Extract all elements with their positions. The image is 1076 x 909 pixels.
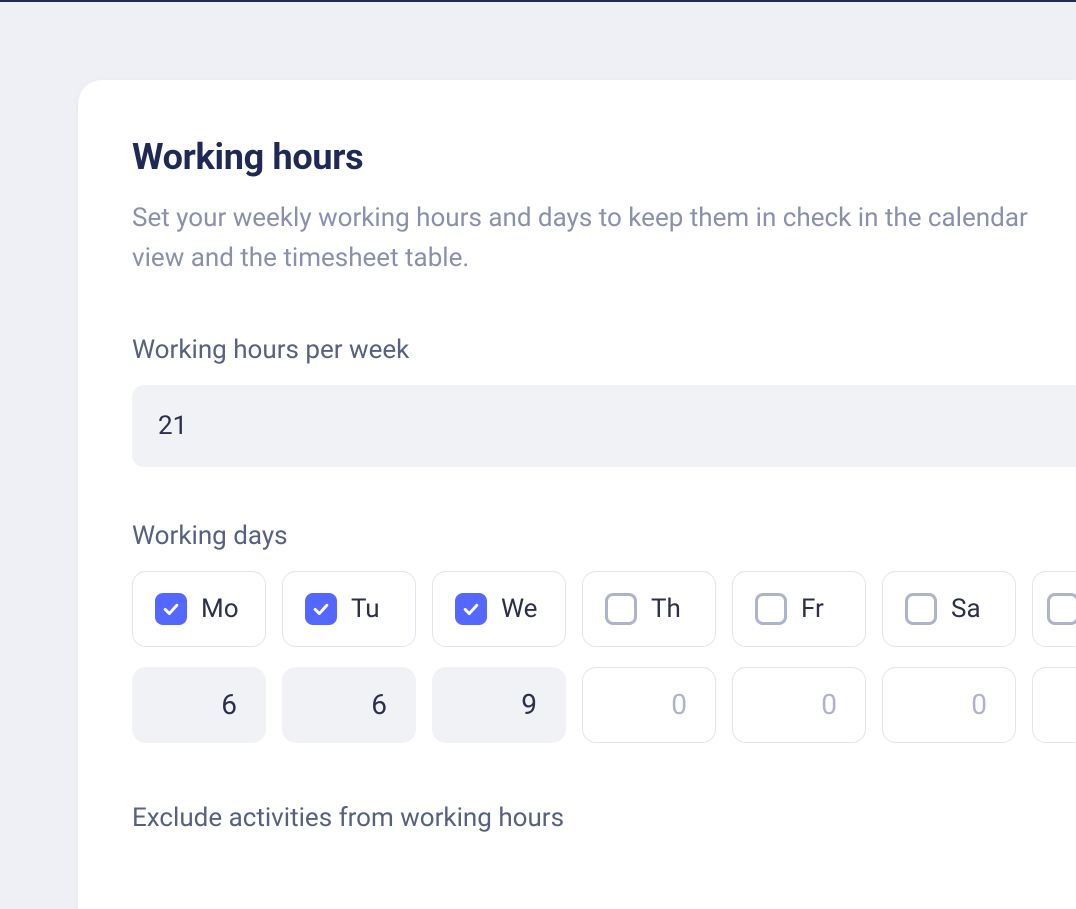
day-chip-th[interactable]: Th [582,571,716,647]
working-day-hours-row: 6 6 9 0 0 0 [132,667,1076,743]
checkbox-unchecked-icon [605,593,637,625]
day-hours-input-sa[interactable]: 0 [882,667,1016,743]
day-hours-input-th[interactable]: 0 [582,667,716,743]
day-chip-partial[interactable] [1032,571,1076,647]
day-hours-input-mo[interactable]: 6 [132,667,266,743]
checkbox-checked-icon [305,593,337,625]
day-chip-mo[interactable]: Mo [132,571,266,647]
day-label: Tu [351,594,380,624]
section-description: Set your weekly working hours and days t… [132,198,1062,279]
day-label: Sa [951,594,981,624]
exclude-activities-label: Exclude activities from working hours [132,803,1076,833]
checkbox-checked-icon [155,593,187,625]
working-days-label: Working days [132,521,1076,551]
checkbox-checked-icon [455,593,487,625]
day-hours-input-partial[interactable] [1032,667,1076,743]
day-hours-input-we[interactable]: 9 [432,667,566,743]
checkbox-unchecked-icon [755,593,787,625]
checkbox-unchecked-icon [905,593,937,625]
day-label: We [501,594,537,624]
day-label: Fr [801,594,824,624]
day-hours-input-fr[interactable]: 0 [732,667,866,743]
hours-per-week-label: Working hours per week [132,335,1076,365]
day-label: Th [651,594,681,624]
checkbox-unchecked-icon [1047,593,1076,625]
hours-per-week-input[interactable] [132,385,1076,467]
day-chip-we[interactable]: We [432,571,566,647]
working-days-row: Mo Tu We Th Fr Sa [132,571,1076,647]
top-accent-border [0,0,1076,2]
working-hours-card: Working hours Set your weekly working ho… [78,80,1076,909]
day-chip-fr[interactable]: Fr [732,571,866,647]
day-chip-tu[interactable]: Tu [282,571,416,647]
day-chip-sa[interactable]: Sa [882,571,1016,647]
day-hours-input-tu[interactable]: 6 [282,667,416,743]
section-heading: Working hours [132,136,1076,178]
day-label: Mo [201,594,239,624]
